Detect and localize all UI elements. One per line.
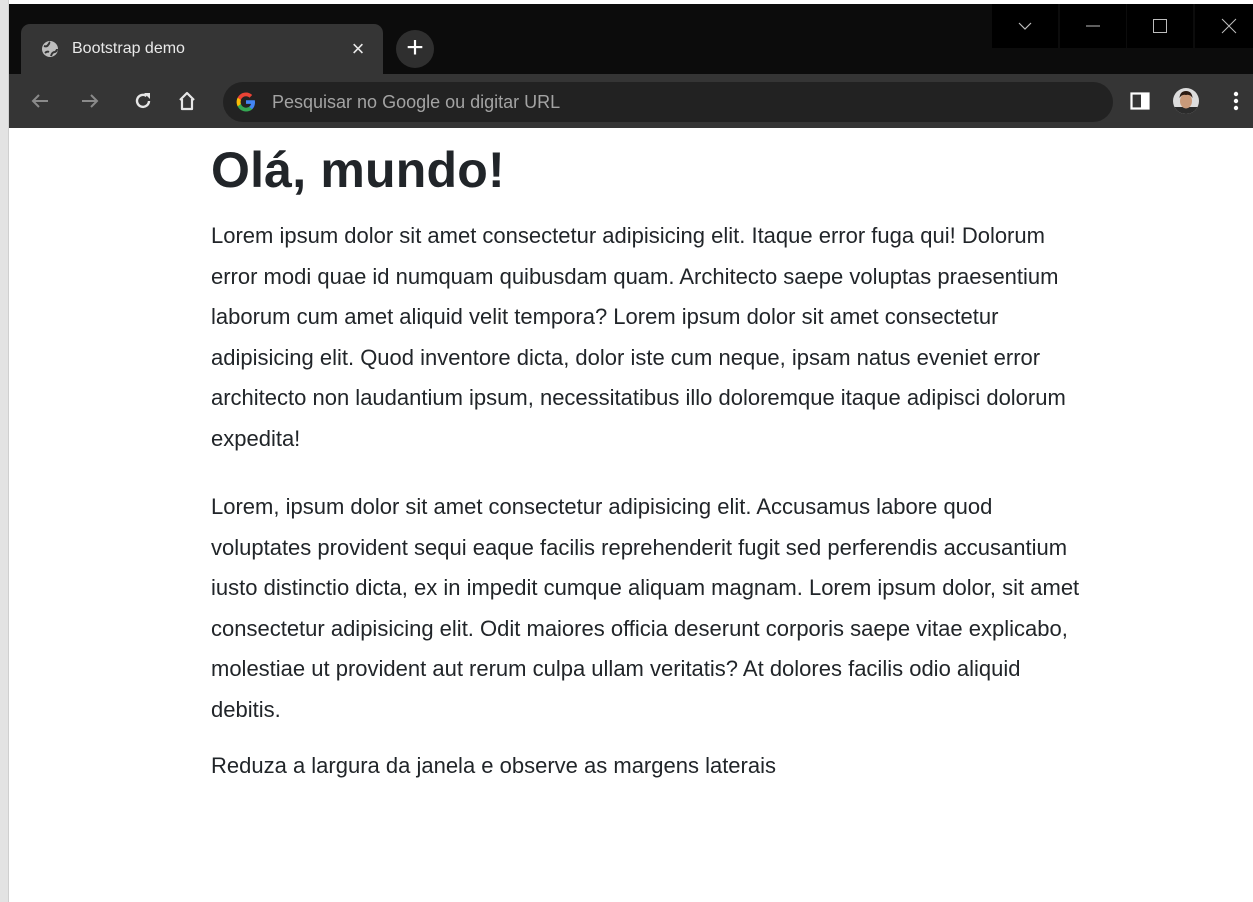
side-panel-icon[interactable]	[1125, 86, 1155, 116]
avatar[interactable]	[1171, 86, 1201, 116]
tab-title: Bootstrap demo	[72, 40, 185, 57]
globe-icon	[41, 40, 59, 58]
address-bar-placeholder: Pesquisar no Google ou digitar URL	[272, 91, 561, 112]
toolbar: Pesquisar no Google ou digitar URL	[9, 74, 1253, 128]
close-icon[interactable]	[1195, 4, 1253, 48]
new-tab-button[interactable]: +	[396, 30, 434, 68]
kebab-menu-icon[interactable]	[1221, 86, 1251, 116]
window-left-edge	[0, 0, 9, 902]
arrow-left-icon[interactable]	[25, 86, 55, 116]
address-bar[interactable]: Pesquisar no Google ou digitar URL	[223, 82, 1113, 122]
close-tab-icon[interactable]: ×	[347, 38, 369, 60]
tab-bootstrap-demo[interactable]: Bootstrap demo ×	[21, 24, 383, 74]
home-icon[interactable]	[172, 86, 202, 116]
google-g-icon	[234, 90, 258, 114]
browser-chrome: Bootstrap demo × + Pesquisar no Google o…	[9, 4, 1253, 128]
page-viewport: Olá, mundo! Lorem ipsum dolor sit amet c…	[9, 128, 1253, 902]
maximize-icon[interactable]	[1127, 4, 1193, 48]
paragraph-1: Lorem ipsum dolor sit amet consectetur a…	[211, 223, 1066, 451]
minimize-icon[interactable]	[1060, 4, 1126, 48]
paragraph-3: Reduza a largura da janela e observe as …	[211, 753, 776, 778]
reload-icon[interactable]	[128, 86, 158, 116]
tab-search-icon[interactable]	[992, 4, 1058, 48]
arrow-right-icon[interactable]	[75, 86, 105, 116]
paragraph-2: Lorem, ipsum dolor sit amet consectetur …	[211, 494, 1080, 722]
page-heading: Olá, mundo!	[211, 142, 505, 198]
tab-strip: Bootstrap demo × +	[9, 4, 1253, 74]
content-container: Olá, mundo! Lorem ipsum dolor sit amet c…	[211, 140, 1081, 803]
